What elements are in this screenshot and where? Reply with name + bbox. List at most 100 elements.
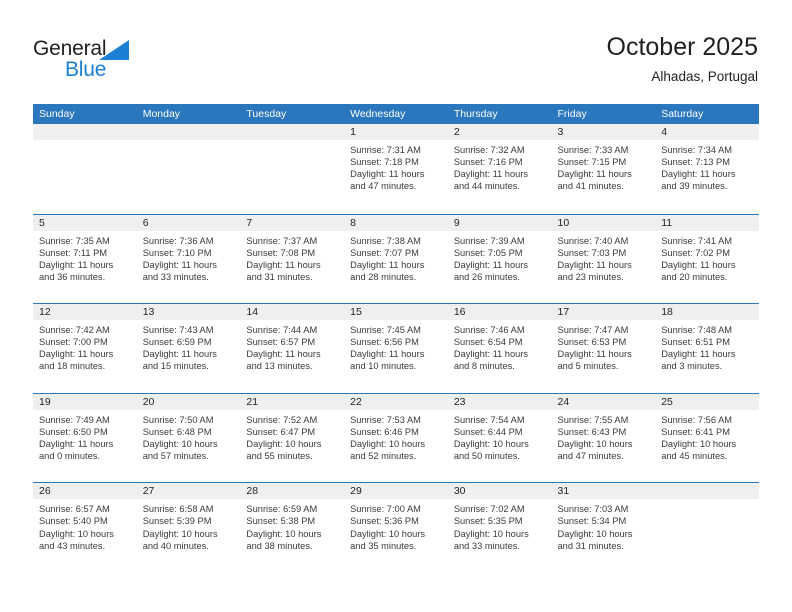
sunset-time: Sunset: 7:05 PM: [453, 247, 523, 258]
brand-logo[interactable]: General Blue: [33, 36, 163, 84]
daylight-duration-line2: and 5 minutes.: [557, 361, 619, 372]
calendar-day-cell[interactable]: 18 Sunrise: 7:48 AM Sunset: 6:51 PM Dayligh…: [655, 304, 759, 393]
sunrise-time: Sunrise: 7:53 AM: [350, 414, 421, 425]
calendar-day-cell[interactable]: 28 Sunrise: 6:59 AM Sunset: 5:38 PM Dayligh…: [240, 483, 345, 572]
calendar-day-cell[interactable]: 6 Sunrise: 7:36 AM Sunset: 7:10 PM Daylight…: [136, 214, 241, 303]
calendar-day-cell[interactable]: 26 Sunrise: 6:57 AM Sunset: 5:40 PM Dayligh…: [33, 483, 137, 572]
daylight-duration-line2: and 13 minutes.: [246, 361, 313, 372]
day-details: Sunrise: 7:42 AM Sunset: 7:00 PM Daylight:…: [33, 320, 137, 372]
sunset-time: Sunset: 6:57 PM: [246, 337, 316, 348]
calendar-day-cell[interactable]: 13 Sunrise: 7:43 AM Sunset: 6:59 PM Dayligh…: [136, 304, 241, 393]
calendar-day-cell[interactable]: 20 Sunrise: 7:50 AM Sunset: 6:48 PM Dayligh…: [136, 393, 241, 482]
calendar-day-cell[interactable]: 24 Sunrise: 7:55 AM Sunset: 6:43 PM Dayligh…: [551, 393, 656, 482]
calendar-day-cell[interactable]: 29 Sunrise: 7:00 AM Sunset: 5:36 PM Dayligh…: [344, 483, 448, 572]
daylight-duration-line1: Daylight: 10 hours: [246, 438, 322, 449]
daylight-duration-line1: Daylight: 11 hours: [557, 259, 632, 270]
calendar-day-cell[interactable]: 10 Sunrise: 7:40 AM Sunset: 7:03 PM Dayligh…: [551, 214, 656, 303]
day-number: 10: [551, 214, 656, 231]
sunrise-time: Sunrise: 7:52 AM: [246, 414, 318, 425]
day-number: 23: [447, 393, 552, 410]
sunrise-time: Sunrise: 7:48 AM: [661, 325, 733, 336]
sunset-time: Sunset: 7:15 PM: [557, 157, 627, 168]
weekday-header-row: Sunday Monday Tuesday Wednesday Thursday Frid…: [33, 104, 759, 124]
calendar-day-cell[interactable]: 30 Sunrise: 7:02 AM Sunset: 5:35 PM Dayligh…: [447, 483, 552, 572]
day-details: Sunrise: 7:39 AM Sunset: 7:05 PM Daylight:…: [448, 231, 552, 283]
sunrise-time: Sunrise: 7:42 AM: [39, 325, 110, 336]
calendar-day-cell[interactable]: 9 Sunrise: 7:39 AM Sunset: 7:05 PM Daylight…: [447, 214, 552, 303]
sunset-time: Sunset: 5:40 PM: [39, 516, 108, 527]
daylight-duration-line1: Daylight: 11 hours: [350, 259, 425, 270]
day-details: Sunrise: 6:58 AM Sunset: 5:39 PM Daylight:…: [137, 499, 241, 551]
sunrise-time: Sunrise: 7:45 AM: [350, 325, 421, 336]
calendar-day-cell[interactable]: 21 Sunrise: 7:52 AM Sunset: 6:47 PM Dayligh…: [240, 393, 345, 482]
calendar-week-row: 26 Sunrise: 6:57 AM Sunset: 5:40 PM Dayligh…: [33, 482, 759, 572]
day-number: 11: [655, 214, 759, 231]
day-details: Sunrise: 7:46 AM Sunset: 6:54 PM Daylight:…: [448, 320, 552, 372]
weekday-header-wednesday: Wednesday: [350, 108, 406, 120]
calendar-day-cell[interactable]: 19 Sunrise: 7:49 AM Sunset: 6:50 PM Dayligh…: [33, 393, 137, 482]
daylight-duration-line1: Daylight: 11 hours: [350, 169, 425, 180]
daylight-duration-line1: Daylight: 11 hours: [350, 349, 425, 360]
calendar-day-cell[interactable]: 22 Sunrise: 7:53 AM Sunset: 6:46 PM Dayligh…: [344, 393, 448, 482]
sunset-time: Sunset: 6:48 PM: [142, 426, 212, 437]
calendar-day-cell[interactable]: 4 Sunrise: 7:34 AM Sunset: 7:13 PM Daylight…: [655, 124, 759, 212]
calendar-day-cell[interactable]: 8 Sunrise: 7:38 AM Sunset: 7:07 PM Daylight…: [344, 214, 448, 303]
calendar-day-cell[interactable]: 15 Sunrise: 7:45 AM Sunset: 6:56 PM Dayligh…: [344, 304, 448, 393]
sunset-time: Sunset: 7:00 PM: [39, 337, 108, 348]
day-number: 22: [344, 393, 448, 410]
calendar-day-cell[interactable]: 17 Sunrise: 7:47 AM Sunset: 6:53 PM Dayligh…: [551, 304, 656, 393]
day-number: 7: [240, 214, 345, 231]
calendar-day-cell[interactable]: 12 Sunrise: 7:42 AM Sunset: 7:00 PM Dayligh…: [33, 304, 137, 393]
day-details: Sunrise: 7:33 AM Sunset: 7:15 PM Daylight:…: [552, 140, 656, 192]
daylight-duration-line1: Daylight: 10 hours: [142, 438, 218, 449]
calendar-day-cell[interactable]: 5 Sunrise: 7:35 AM Sunset: 7:11 PM Daylight…: [33, 214, 137, 303]
day-number: 15: [344, 304, 448, 321]
calendar-day-cell[interactable]: 14 Sunrise: 7:44 AM Sunset: 6:57 PM Dayligh…: [240, 304, 345, 393]
sunrise-time: Sunrise: 7:47 AM: [557, 325, 629, 336]
daylight-duration-line1: Daylight: 11 hours: [661, 169, 736, 180]
daylight-duration-line1: Daylight: 11 hours: [661, 349, 736, 360]
day-details: Sunrise: 7:00 AM Sunset: 5:36 PM Daylight:…: [344, 499, 448, 551]
sunset-time: Sunset: 6:43 PM: [557, 426, 627, 437]
calendar-day-cell[interactable]: 2 Sunrise: 7:32 AM Sunset: 7:16 PM Daylight…: [447, 124, 552, 212]
daylight-duration-line2: and 18 minutes.: [39, 361, 106, 372]
calendar-day-cell[interactable]: 3 Sunrise: 7:33 AM Sunset: 7:15 PM Daylight…: [551, 124, 656, 212]
day-details: Sunrise: 6:59 AM Sunset: 5:38 PM Daylight:…: [240, 499, 344, 551]
sunrise-time: Sunrise: 7:55 AM: [557, 414, 629, 425]
day-details: Sunrise: 6:57 AM Sunset: 5:40 PM Daylight:…: [33, 499, 137, 551]
sunrise-time: Sunrise: 7:02 AM: [453, 504, 525, 515]
calendar-day-cell[interactable]: 1 Sunrise: 7:31 AM Sunset: 7:18 PM Daylight…: [344, 124, 448, 212]
day-details: Sunrise: 7:38 AM Sunset: 7:07 PM Daylight:…: [344, 231, 448, 283]
sunrise-time: Sunrise: 7:56 AM: [661, 414, 733, 425]
daylight-duration-line2: and 47 minutes.: [557, 451, 624, 462]
day-number: 13: [136, 304, 241, 321]
sunrise-time: Sunrise: 7:40 AM: [557, 235, 629, 246]
calendar-week-row: 19 Sunrise: 7:49 AM Sunset: 6:50 PM Dayligh…: [33, 392, 759, 483]
sunset-time: Sunset: 6:51 PM: [661, 337, 730, 348]
calendar-day-cell[interactable]: 11 Sunrise: 7:41 AM Sunset: 7:02 PM Dayligh…: [655, 214, 759, 303]
calendar-day-cell-empty: [240, 124, 345, 212]
day-number: 18: [655, 304, 759, 321]
day-details: Sunrise: 7:31 AM Sunset: 7:18 PM Daylight:…: [344, 140, 448, 192]
calendar-day-cell[interactable]: 16 Sunrise: 7:46 AM Sunset: 6:54 PM Dayligh…: [447, 304, 552, 393]
daylight-duration-line2: and 55 minutes.: [246, 451, 313, 462]
sunrise-time: Sunrise: 7:44 AM: [246, 325, 318, 336]
daylight-duration-line2: and 31 minutes.: [246, 271, 313, 282]
calendar-day-cell[interactable]: 27 Sunrise: 6:58 AM Sunset: 5:39 PM Dayligh…: [136, 483, 241, 572]
calendar-day-cell[interactable]: 7 Sunrise: 7:37 AM Sunset: 7:08 PM Daylight…: [240, 214, 345, 303]
day-number: 21: [240, 393, 345, 410]
sunrise-time: Sunrise: 7:36 AM: [142, 235, 214, 246]
calendar-day-cell[interactable]: 31 Sunrise: 7:03 AM Sunset: 5:34 PM Dayligh…: [551, 483, 656, 572]
sunrise-time: Sunrise: 7:32 AM: [453, 145, 525, 155]
daylight-duration-line2: and 52 minutes.: [350, 451, 417, 462]
sunset-time: Sunset: 6:47 PM: [246, 426, 316, 437]
sunset-time: Sunset: 6:56 PM: [350, 337, 419, 348]
sunrise-time: Sunrise: 6:59 AM: [246, 504, 318, 515]
day-number: [655, 483, 759, 500]
daylight-duration-line1: Daylight: 11 hours: [142, 259, 217, 270]
daylight-duration-line2: and 20 minutes.: [661, 271, 728, 282]
calendar-day-cell[interactable]: 25 Sunrise: 7:56 AM Sunset: 6:41 PM Dayligh…: [655, 393, 759, 482]
calendar-day-cell[interactable]: 23 Sunrise: 7:54 AM Sunset: 6:44 PM Dayligh…: [447, 393, 552, 482]
title-block: October 2025 Alhadas, Portugal: [607, 32, 759, 86]
day-details: Sunrise: 7:41 AM Sunset: 7:02 PM Daylight:…: [655, 231, 759, 283]
